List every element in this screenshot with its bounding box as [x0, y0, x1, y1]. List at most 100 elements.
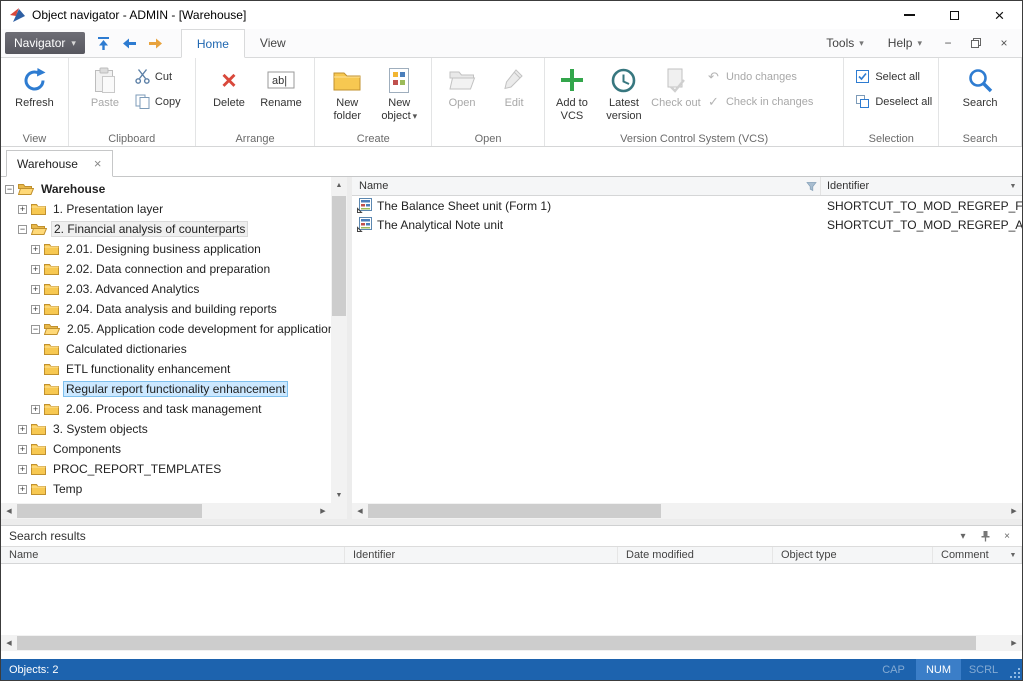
scrollbar-thumb[interactable] — [17, 636, 976, 650]
expand-icon[interactable]: + — [31, 285, 40, 294]
collapse-icon[interactable]: − — [18, 225, 27, 234]
scroll-right-icon: ▶ — [320, 507, 325, 515]
expand-icon[interactable]: + — [31, 305, 40, 314]
object-list-row[interactable]: The Analytical Note unitSHORTCUT_TO_MOD_… — [352, 215, 1022, 234]
go-to-root-button[interactable] — [93, 32, 115, 54]
search-results-horizontal-scrollbar[interactable]: ◀ ▶ — [1, 635, 1022, 651]
document-tab-warehouse[interactable]: Warehouse × — [6, 150, 113, 177]
window-minimize-button[interactable] — [887, 1, 932, 29]
scroll-up-button[interactable]: ▲ — [331, 177, 347, 193]
expand-icon[interactable]: + — [18, 205, 27, 214]
latest-version-button[interactable]: Latest version — [598, 60, 650, 130]
new-folder-button[interactable]: New folder — [321, 60, 373, 130]
select-all-button[interactable]: Select all — [851, 66, 936, 87]
tree-item[interactable]: +2.01. Designing business application — [1, 239, 331, 259]
window-maximize-button[interactable] — [932, 1, 977, 29]
tree-item[interactable]: −2. Financial analysis of counterparts — [1, 219, 331, 239]
expand-icon[interactable]: + — [18, 445, 27, 454]
ribbon-close-button[interactable]: × — [992, 33, 1016, 53]
refresh-button[interactable]: Refresh — [8, 60, 60, 130]
close-panel-button[interactable]: × — [1000, 531, 1014, 542]
open-button[interactable]: Open — [436, 60, 488, 130]
tree-item[interactable]: −2.05. Application code development for … — [1, 319, 331, 339]
scrollbar-thumb[interactable] — [368, 504, 661, 518]
collapse-icon[interactable]: − — [31, 325, 40, 334]
tree-horizontal-scrollbar[interactable]: ◀ ▶ — [1, 503, 331, 519]
paste-button[interactable]: Paste — [79, 60, 131, 130]
scrollbar-track[interactable] — [331, 193, 347, 487]
scrollbar-thumb[interactable] — [17, 504, 202, 518]
scroll-left-button[interactable]: ◀ — [1, 635, 17, 651]
resize-grip[interactable] — [1006, 659, 1022, 680]
expand-icon[interactable]: + — [18, 425, 27, 434]
tree-item[interactable]: +2.06. Process and task management — [1, 399, 331, 419]
tree-item[interactable]: +3. System objects — [1, 419, 331, 439]
delete-button[interactable]: × Delete — [203, 60, 255, 130]
tree-item[interactable]: +2.03. Advanced Analytics — [1, 279, 331, 299]
search-results-column-header[interactable]: Name — [1, 547, 345, 563]
cut-button[interactable]: Cut — [131, 66, 185, 87]
ribbon-restore-button[interactable] — [964, 33, 988, 53]
search-results-column-header[interactable]: Date modified — [618, 547, 773, 563]
copy-button[interactable]: Copy — [131, 91, 185, 112]
edit-button[interactable]: Edit — [488, 60, 540, 130]
tree-item[interactable]: +Components — [1, 439, 331, 459]
tree-vertical-scrollbar[interactable]: ▲ ▼ — [331, 177, 347, 503]
tree-item[interactable]: +PROC_REPORT_TEMPLATES — [1, 459, 331, 479]
filter-icon[interactable] — [806, 181, 820, 192]
check-out-button[interactable]: Check out — [650, 60, 702, 130]
tree-item[interactable]: −Warehouse — [1, 179, 331, 199]
scrollbar-track[interactable] — [368, 503, 1006, 519]
column-chooser-button[interactable]: ▼ — [1005, 178, 1021, 194]
deselect-all-button[interactable]: Deselect all — [851, 91, 936, 112]
search-button[interactable]: Search — [954, 60, 1006, 130]
expand-icon[interactable]: + — [18, 465, 27, 474]
expand-icon[interactable]: + — [31, 245, 40, 254]
undo-changes-button[interactable]: ↶ Undo changes — [702, 66, 817, 87]
back-button[interactable] — [119, 32, 141, 54]
tab-view[interactable]: View — [245, 29, 301, 58]
tab-home[interactable]: Home — [181, 29, 245, 58]
pin-panel-button[interactable] — [978, 530, 992, 542]
object-list-row[interactable]: The Balance Sheet unit (Form 1)SHORTCUT_… — [352, 196, 1022, 215]
column-header-identifier[interactable]: Identifier — [820, 177, 1022, 195]
scrollbar-track[interactable] — [17, 503, 315, 519]
scroll-left-button[interactable]: ◀ — [1, 503, 17, 519]
tree-item[interactable]: Calculated dictionaries — [1, 339, 331, 359]
scroll-left-button[interactable]: ◀ — [352, 503, 368, 519]
tree-item[interactable]: ETL functionality enhancement — [1, 359, 331, 379]
column-header-name[interactable]: Name — [352, 180, 806, 192]
list-horizontal-scrollbar[interactable]: ◀ ▶ — [352, 503, 1022, 519]
window-close-button[interactable]: × — [977, 1, 1022, 29]
add-to-vcs-button[interactable]: Add to VCS — [546, 60, 598, 130]
rename-button[interactable]: ab| Rename — [255, 60, 307, 130]
column-chooser-button[interactable]: ▼ — [1005, 548, 1021, 562]
help-menu[interactable]: Help ▾ — [878, 32, 932, 54]
scrollbar-thumb[interactable] — [332, 196, 346, 316]
minimize-ribbon-icon: − — [944, 36, 951, 50]
search-results-column-header[interactable]: Object type — [773, 547, 933, 563]
scrollbar-track[interactable] — [17, 635, 1006, 651]
tools-menu[interactable]: Tools ▾ — [816, 32, 874, 54]
expand-icon[interactable]: + — [31, 405, 40, 414]
tree-item[interactable]: Regular report functionality enhancement — [1, 379, 331, 399]
check-in-changes-button[interactable]: ✓ Check in changes — [702, 91, 817, 112]
expand-icon[interactable]: + — [31, 265, 40, 274]
ribbon-minimize-button[interactable]: − — [936, 33, 960, 53]
forward-button[interactable] — [145, 32, 167, 54]
tree-item[interactable]: +1. Presentation layer — [1, 199, 331, 219]
scroll-right-button[interactable]: ▶ — [1006, 635, 1022, 651]
scroll-down-button[interactable]: ▼ — [331, 487, 347, 503]
scroll-right-button[interactable]: ▶ — [315, 503, 331, 519]
tree-item[interactable]: +Temp — [1, 479, 331, 499]
tree-item[interactable]: +2.04. Data analysis and building report… — [1, 299, 331, 319]
search-results-column-header[interactable]: Identifier — [345, 547, 618, 563]
tree-item[interactable]: +2.02. Data connection and preparation — [1, 259, 331, 279]
tab-close-icon[interactable]: × — [94, 157, 102, 170]
collapse-icon[interactable]: − — [5, 185, 14, 194]
navigator-menu-button[interactable]: Navigator ▾ — [5, 32, 85, 54]
new-object-button[interactable]: New object▾ — [373, 60, 425, 130]
expand-icon[interactable]: + — [18, 485, 27, 494]
panel-menu-button[interactable]: ▾ — [956, 531, 970, 542]
scroll-right-button[interactable]: ▶ — [1006, 503, 1022, 519]
